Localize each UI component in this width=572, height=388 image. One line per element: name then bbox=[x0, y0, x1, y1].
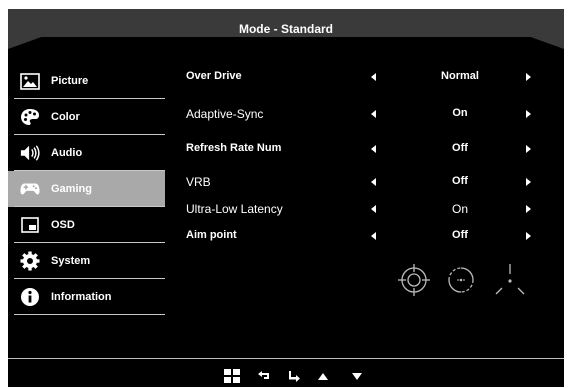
left-arrow-icon[interactable] bbox=[371, 232, 376, 240]
sidebar-item-picture[interactable]: Picture bbox=[8, 63, 165, 99]
setting-value: Off bbox=[452, 142, 468, 154]
right-arrow-icon[interactable] bbox=[526, 232, 531, 240]
setting-name: Aim point bbox=[186, 229, 237, 241]
sidebar-item-label: Gaming bbox=[51, 183, 92, 195]
setting-name: VRB bbox=[186, 175, 211, 189]
gamepad-icon bbox=[20, 179, 40, 199]
crosshair-tri-icon[interactable] bbox=[492, 262, 528, 298]
setting-name: Adaptive-Sync bbox=[186, 107, 264, 121]
setting-refresh-rate-num[interactable]: Refresh Rate Num Off bbox=[186, 139, 546, 159]
osd-window-icon bbox=[20, 215, 40, 235]
sidebar-item-osd[interactable]: OSD bbox=[8, 207, 165, 243]
setting-value: On bbox=[451, 202, 468, 216]
enter-arrow-icon[interactable] bbox=[288, 370, 300, 382]
sidebar-item-label: Information bbox=[51, 291, 112, 303]
right-arrow-icon[interactable] bbox=[526, 145, 531, 153]
right-arrow-icon[interactable] bbox=[526, 73, 531, 81]
setting-value: Off bbox=[452, 229, 468, 241]
osd-menu: Mode - Standard Picture Color Audio Gami… bbox=[8, 9, 564, 387]
left-arrow-icon[interactable] bbox=[371, 73, 376, 81]
down-arrow-icon[interactable] bbox=[352, 372, 362, 380]
sidebar-item-label: Audio bbox=[51, 147, 83, 159]
info-icon bbox=[20, 287, 40, 307]
left-arrow-icon[interactable] bbox=[371, 110, 376, 118]
sidebar-item-audio[interactable]: Audio bbox=[8, 135, 165, 171]
divider bbox=[8, 358, 564, 359]
left-arrow-icon[interactable] bbox=[371, 145, 376, 153]
setting-value: On bbox=[452, 107, 468, 119]
setting-vrb[interactable]: VRB Off bbox=[186, 172, 546, 192]
sidebar-item-color[interactable]: Color bbox=[8, 99, 165, 135]
setting-aim-point[interactable]: Aim point Off bbox=[186, 226, 546, 246]
palette-icon bbox=[20, 107, 40, 127]
setting-value: Off bbox=[452, 175, 468, 187]
picture-icon bbox=[20, 71, 40, 91]
nav-buttons bbox=[224, 369, 374, 383]
setting-ultra-low-latency[interactable]: Ultra-Low Latency On bbox=[186, 199, 546, 219]
gear-icon bbox=[20, 251, 40, 271]
sidebar-item-gaming[interactable]: Gaming bbox=[8, 171, 165, 207]
right-arrow-icon[interactable] bbox=[526, 205, 531, 213]
left-arrow-icon[interactable] bbox=[371, 205, 376, 213]
setting-value: Normal bbox=[441, 70, 479, 82]
left-arrow-icon[interactable] bbox=[371, 178, 376, 186]
setting-over-drive[interactable]: Over Drive Normal bbox=[186, 67, 546, 87]
up-arrow-icon[interactable] bbox=[318, 372, 328, 380]
setting-name: Over Drive bbox=[186, 70, 242, 82]
aim-point-options bbox=[396, 262, 526, 298]
speaker-icon bbox=[20, 143, 40, 163]
back-arrow-icon[interactable] bbox=[258, 371, 270, 381]
sidebar-item-label: Color bbox=[51, 111, 80, 123]
page-title: Mode - Standard bbox=[238, 22, 333, 36]
setting-name: Refresh Rate Num bbox=[186, 142, 282, 154]
sidebar-item-system[interactable]: System bbox=[8, 243, 165, 279]
right-arrow-icon[interactable] bbox=[526, 178, 531, 186]
sidebar-item-label: OSD bbox=[51, 219, 75, 231]
right-arrow-icon[interactable] bbox=[526, 110, 531, 118]
crosshair-circle-center-icon[interactable] bbox=[443, 262, 479, 298]
sidebar-item-label: System bbox=[51, 255, 91, 267]
sidebar-item-label: Picture bbox=[51, 75, 89, 87]
sidebar: Picture Color Audio Gaming OSD System In… bbox=[8, 63, 165, 315]
menu-grid-icon[interactable] bbox=[224, 369, 240, 383]
setting-adaptive-sync[interactable]: Adaptive-Sync On bbox=[186, 104, 546, 124]
sidebar-item-information[interactable]: Information bbox=[8, 279, 165, 315]
crosshair-circle-dots-icon[interactable] bbox=[396, 262, 432, 298]
setting-name: Ultra-Low Latency bbox=[186, 202, 283, 216]
